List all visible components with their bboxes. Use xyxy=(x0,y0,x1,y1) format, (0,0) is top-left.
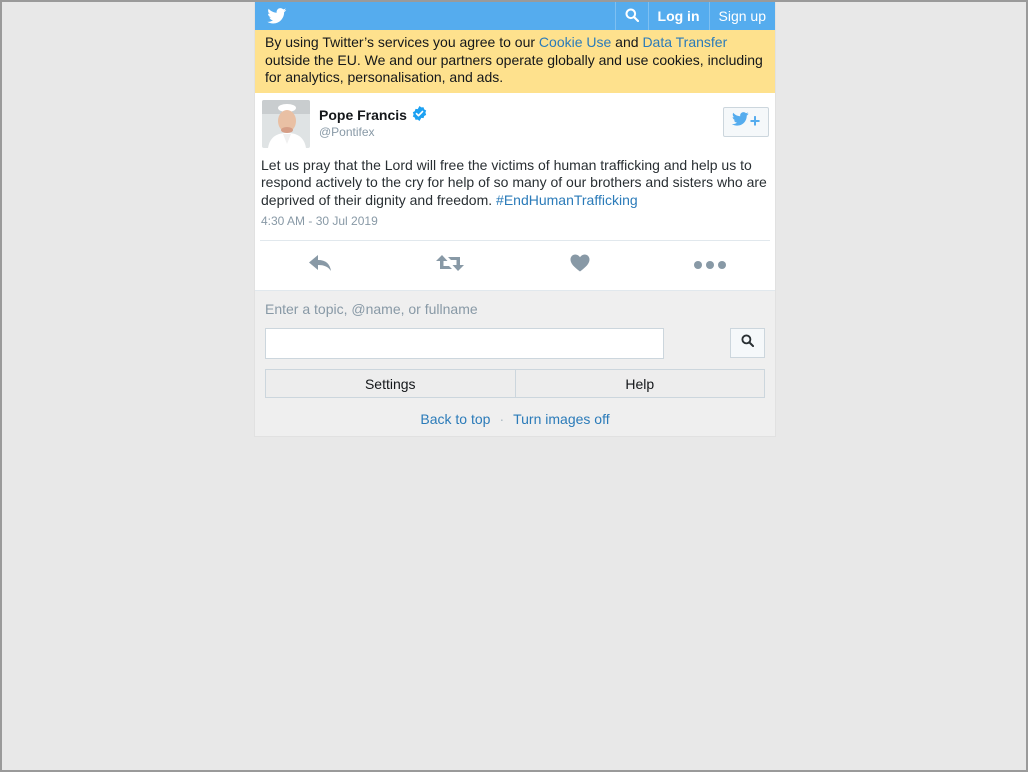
search-icon xyxy=(741,334,755,352)
settings-help-row: Settings Help xyxy=(265,369,765,398)
cookie-use-link[interactable]: Cookie Use xyxy=(539,34,611,50)
author-name[interactable]: Pope Francis xyxy=(319,107,407,123)
hashtag-link[interactable]: #EndHumanTrafficking xyxy=(496,192,638,208)
twitter-bird-icon xyxy=(731,112,749,131)
back-to-top-link[interactable]: Back to top xyxy=(420,411,490,427)
search-label: Enter a topic, @name, or fullname xyxy=(265,301,478,317)
signup-link[interactable]: Sign up xyxy=(708,2,775,30)
avatar[interactable] xyxy=(262,99,310,148)
tweet-timestamp[interactable]: 4:30 AM - 30 Jul 2019 xyxy=(255,209,775,228)
footer-separator: · xyxy=(499,411,505,427)
more-dots-icon xyxy=(693,257,727,275)
twitter-bird-icon[interactable] xyxy=(267,8,287,24)
heart-icon xyxy=(570,254,590,277)
help-button[interactable]: Help xyxy=(514,370,764,397)
retweet-icon xyxy=(436,253,464,278)
like-button[interactable] xyxy=(515,241,645,290)
cookie-notice-banner: By using Twitter’s services you agree to… xyxy=(255,30,775,93)
settings-button[interactable]: Settings xyxy=(266,370,515,397)
search-input[interactable] xyxy=(265,328,664,359)
author-handle[interactable]: @Pontifex xyxy=(319,125,375,139)
tweet-actions-bar xyxy=(255,241,775,290)
search-button[interactable] xyxy=(614,2,648,30)
search-section: Enter a topic, @name, or fullname Settin… xyxy=(255,290,775,436)
cookie-text-end: outside the EU. We and our partners oper… xyxy=(265,51,763,86)
top-navigation-bar: Log in Sign up xyxy=(255,2,775,30)
login-link[interactable]: Log in xyxy=(647,2,709,30)
search-row xyxy=(265,328,765,359)
retweet-button[interactable] xyxy=(385,241,515,290)
follow-button[interactable]: + xyxy=(723,106,769,137)
footer-links: Back to top · Turn images off xyxy=(265,411,765,428)
data-transfer-link[interactable]: Data Transfer xyxy=(642,34,727,50)
cookie-text-middle: and xyxy=(611,34,643,50)
plus-icon: + xyxy=(749,111,761,131)
search-submit-button[interactable] xyxy=(730,328,765,358)
more-options-button[interactable] xyxy=(645,241,775,290)
reply-icon xyxy=(308,254,332,277)
mobile-twitter-page: Log in Sign up By using Twitter’s servic… xyxy=(254,2,776,437)
cookie-text-start: By using Twitter’s services you agree to… xyxy=(265,34,539,50)
turn-images-off-link[interactable]: Turn images off xyxy=(513,411,610,427)
tweet-text: Let us pray that the Lord will free the … xyxy=(255,151,775,210)
tweet-author-header: Pope Francis @Pontifex + xyxy=(255,93,775,151)
search-icon xyxy=(625,8,639,25)
reply-button[interactable] xyxy=(255,241,385,290)
verified-badge-icon xyxy=(412,105,427,121)
